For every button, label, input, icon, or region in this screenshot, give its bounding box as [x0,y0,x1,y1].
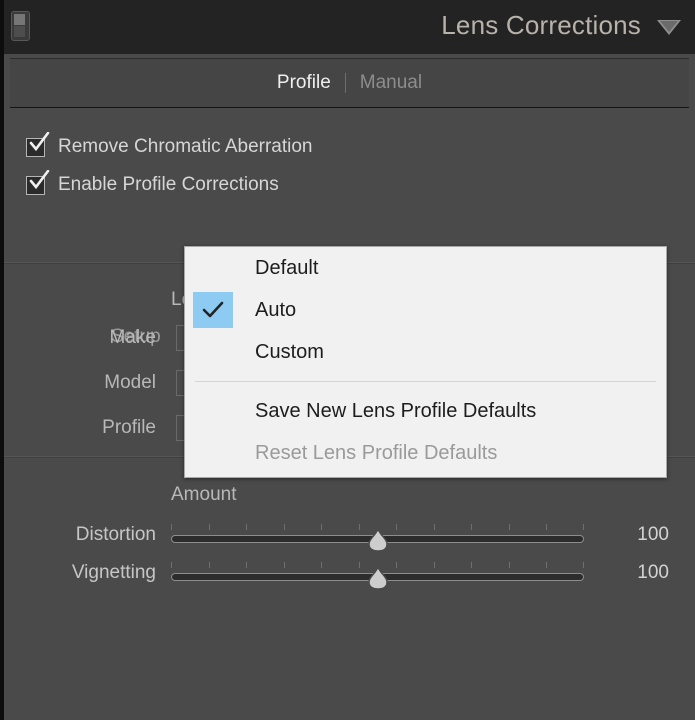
menu-item-label: Default [255,256,319,279]
menu-separator [195,381,656,382]
menu-item-label: Reset Lens Profile Defaults [255,441,498,464]
menu-item-check-highlight [193,292,233,328]
lens-corrections-panel: Lens Corrections Profile Manual Remove C… [0,0,695,720]
tab-profile[interactable]: Profile [263,72,345,94]
slider-distortion[interactable] [171,522,585,552]
slider-value-vignetting[interactable]: 100 [600,562,669,584]
checkbox-row-remove-chromatic-aberration[interactable]: Remove Chromatic Aberration [26,131,313,158]
panel-header: Lens Corrections [4,0,695,54]
menu-item-label: Auto [255,298,297,321]
menu-item-default[interactable]: Default [185,247,666,289]
slider-handle-vignetting[interactable] [367,566,389,590]
checkbox-remove-chromatic-aberration[interactable] [26,131,50,157]
field-label-make: Make [109,327,156,348]
menu-item-label: Save New Lens Profile Defaults [255,399,537,422]
field-label-profile: Profile [102,417,156,438]
tab-bar: Profile Manual [10,58,689,108]
checkmark-icon [202,301,224,318]
slider-row-distortion: Distortion 100 [4,522,695,552]
slider-vignetting[interactable] [171,560,585,590]
menu-item-reset-lens-profile-defaults: Reset Lens Profile Defaults [185,432,666,474]
field-label-model: Model [104,372,156,393]
setup-dropdown-menu: Default Auto Custom Save New Lens Profil… [184,246,667,478]
menu-item-auto[interactable]: Auto [185,289,666,331]
slider-value-distortion[interactable]: 100 [600,524,669,546]
tab-manual[interactable]: Manual [346,72,436,94]
panel-switch-icon[interactable] [11,11,30,41]
checkbox-label-remove-chromatic-aberration: Remove Chromatic Aberration [58,136,313,157]
chevron-down-icon[interactable] [657,20,681,35]
menu-item-label: Custom [255,340,324,363]
slider-handle-distortion[interactable] [367,528,389,552]
slider-row-vignetting: Vignetting 100 [4,560,695,590]
checkbox-enable-profile-corrections[interactable] [26,169,50,195]
checkbox-row-enable-profile-corrections[interactable]: Enable Profile Corrections [26,169,279,196]
panel-switch-bottom [14,26,25,37]
menu-item-save-new-lens-profile-defaults[interactable]: Save New Lens Profile Defaults [185,390,666,432]
checkmark-icon [29,131,50,151]
panel-switch-top [14,14,25,25]
menu-item-custom[interactable]: Custom [185,331,666,373]
page-title: Lens Corrections [441,10,641,40]
slider-label-distortion: Distortion [75,524,156,545]
checkmark-icon [29,169,50,189]
amount-section-label: Amount [171,484,237,505]
slider-label-vignetting: Vignetting [71,562,156,583]
checkbox-label-enable-profile-corrections: Enable Profile Corrections [58,174,279,195]
